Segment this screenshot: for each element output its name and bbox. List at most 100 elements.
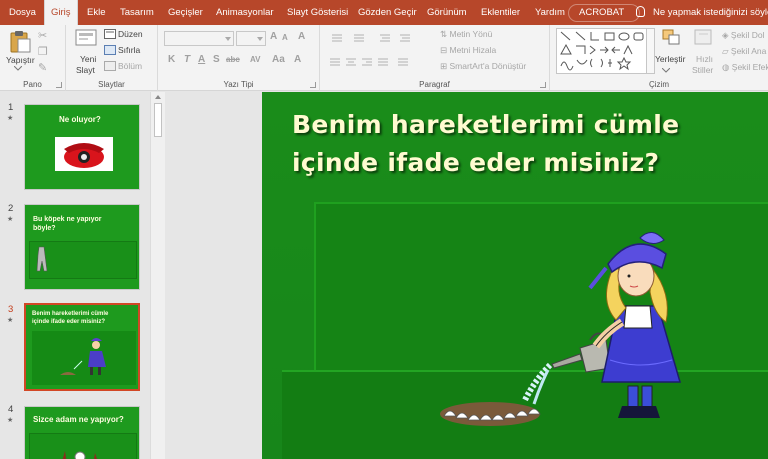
tell-me-search[interactable]: Ne yapmak istediğinizi söyley — [636, 0, 768, 25]
shape-fill-button[interactable]: ◈ Şekil Dol — [722, 30, 764, 41]
shape-outline-label: Şekil Ana — [730, 46, 767, 56]
tab-home[interactable]: Giriş — [44, 0, 78, 25]
paste-button[interactable]: Yapıştır — [6, 55, 35, 65]
chevron-down-icon — [14, 66, 22, 71]
smartart-button[interactable]: ⊞ SmartArt'a Dönüştür — [440, 61, 526, 72]
slide-title-line2: içinde ifade eder misiniz? — [292, 148, 660, 177]
paragraph-launcher-icon[interactable] — [540, 82, 546, 88]
new-slide-label-1[interactable]: Yeni — [80, 54, 96, 64]
slide-number: 3 — [8, 304, 14, 315]
quick-styles-icon — [694, 29, 712, 45]
shape-outline-icon: ▱ — [722, 46, 731, 56]
shapes-gallery[interactable] — [556, 28, 648, 74]
text-direction-button[interactable]: ⇅ Metin Yönü — [440, 29, 492, 40]
arrange-button[interactable]: Yerleştir — [655, 54, 685, 64]
slide-thumbnail-1[interactable]: Ne oluyor? — [24, 104, 140, 190]
shape-effects-icon: ◍ — [722, 62, 732, 72]
new-slide-label-2[interactable]: Slayt — [76, 65, 95, 75]
thumbnail-scrollbar[interactable] — [150, 92, 165, 459]
layout-button[interactable]: Düzen — [118, 29, 143, 39]
tab-insert[interactable]: Ekle — [87, 0, 105, 25]
tab-view[interactable]: Görünüm — [427, 0, 467, 25]
scrollbar-thumb[interactable] — [154, 103, 162, 137]
new-slide-icon — [75, 29, 97, 46]
layout-icon — [104, 29, 116, 39]
shadow-button[interactable]: S — [213, 54, 220, 65]
font-name-combo[interactable] — [164, 31, 234, 46]
shapes-gallery-scroll[interactable] — [646, 28, 655, 74]
font-group-label: Yazı Tipi — [223, 80, 254, 89]
char-spacing-button[interactable]: AV — [250, 55, 261, 64]
thumbnail-title: Ne oluyor? — [59, 115, 101, 124]
slide-thumbnail-3[interactable]: Benim hareketlerimi cümle içinde ifade e… — [24, 303, 140, 391]
shape-outline-button[interactable]: ▱ Şekil Ana — [722, 46, 766, 57]
format-painter-icon[interactable]: ✎ — [38, 61, 47, 74]
lightbulb-icon — [636, 6, 645, 17]
smartart-label: SmartArt'a Dönüştür — [449, 61, 527, 71]
tab-slide-show[interactable]: Slayt Gösterisi — [287, 0, 348, 25]
tab-addins[interactable]: Eklentiler — [481, 0, 520, 25]
underline-button[interactable]: A — [198, 54, 205, 65]
thumbnail-title-line2: böyle? — [33, 225, 56, 232]
grow-font-button[interactable]: A — [270, 31, 277, 42]
font-launcher-icon[interactable] — [310, 82, 316, 88]
tab-animations[interactable]: Animasyonlar — [216, 0, 274, 25]
slide-number: 2 — [8, 203, 14, 214]
tab-review[interactable]: Gözden Geçir — [358, 0, 417, 25]
tab-acrobat[interactable]: ACROBAT — [579, 0, 624, 25]
slide-number: 1 — [8, 102, 14, 113]
tab-transitions[interactable]: Geçişler — [168, 0, 203, 25]
tab-file[interactable]: Dosya — [9, 0, 36, 25]
paragraph-group: ⇅ Metin Yönü ⊟ Metni Hizala ⊞ SmartArt'a… — [320, 25, 550, 91]
shape-fill-label: Şekil Dol — [730, 30, 765, 40]
shape-effects-label: Şekil Efek — [731, 62, 768, 72]
clipboard-group: Yapıştır ✂ ❐ ✎ Pano — [0, 25, 66, 91]
slide-title[interactable]: Benim hareketlerimi cümle içinde ifade e… — [292, 106, 762, 182]
slides-group: Yeni Slayt Düzen Sıfırla Bölüm Slaytlar — [66, 25, 158, 91]
ribbon: Yapıştır ✂ ❐ ✎ Pano Yeni Slayt Düzen Sıf… — [0, 25, 768, 91]
shrink-font-button[interactable]: A — [282, 33, 288, 42]
copy-icon[interactable]: ❐ — [38, 45, 48, 58]
align-text-button[interactable]: ⊟ Metni Hizala — [440, 45, 496, 56]
align-text-label: Metni Hizala — [449, 45, 497, 55]
bold-button[interactable]: K — [168, 54, 175, 65]
animation-star-icon: ★ — [7, 216, 14, 223]
cut-icon[interactable]: ✂ — [38, 29, 47, 42]
change-case-button[interactable]: Aa — [272, 54, 285, 65]
slide-canvas[interactable]: Benim hareketlerimi cümle içinde ifade e… — [262, 92, 768, 459]
girl-watering-plant-image — [440, 232, 681, 426]
slide-title-line1: Benim hareketlerimi cümle — [292, 110, 680, 139]
tab-help[interactable]: Yardım — [535, 0, 565, 25]
tell-me-text: Ne yapmak istediğinizi söyley — [653, 7, 768, 18]
section-button[interactable]: Bölüm — [118, 61, 142, 71]
chevron-down-icon — [662, 68, 670, 73]
ribbon-tab-bar: Dosya Giriş Ekle Tasarım Geçişler Animas… — [0, 0, 768, 25]
shape-effects-button[interactable]: ◍ Şekil Efek — [722, 62, 768, 73]
font-group: A A A K T A S abc AV Aa A Yazı Tipi — [158, 25, 320, 91]
section-icon — [104, 61, 116, 71]
animation-star-icon: ★ — [7, 417, 14, 424]
quick-styles-label-2[interactable]: Stiller — [692, 65, 713, 75]
font-size-combo[interactable] — [236, 31, 266, 46]
slide-thumbnail-2[interactable]: Bu köpek ne yapıyor böyle? — [24, 204, 140, 290]
shape-fill-icon: ◈ — [722, 30, 731, 40]
thumbnail-title-line1: Benim hareketlerimi cümle — [32, 311, 109, 317]
paragraph-group-label: Paragraf — [419, 80, 450, 89]
thumbnail-title-line2: içinde ifade eder misiniz? — [32, 319, 106, 325]
clipboard-launcher-icon[interactable] — [56, 82, 62, 88]
paragraph-format-icons — [330, 34, 410, 66]
arrange-icon — [662, 29, 680, 45]
italic-button[interactable]: T — [184, 54, 190, 65]
font-color-button[interactable]: A — [294, 54, 301, 65]
paste-icon — [10, 31, 31, 53]
tab-design[interactable]: Tasarım — [120, 0, 154, 25]
man-image — [62, 451, 97, 459]
slide-thumbnail-4[interactable]: Sizce adam ne yapıyor? — [24, 406, 140, 459]
strikethrough-button[interactable]: abc — [226, 55, 240, 64]
scroll-up-icon[interactable] — [155, 95, 161, 99]
quick-styles-label-1[interactable]: Hızlı — [696, 54, 713, 64]
text-direction-label: Metin Yönü — [449, 29, 493, 39]
reset-button[interactable]: Sıfırla — [118, 45, 140, 55]
animation-star-icon: ★ — [7, 115, 14, 122]
clear-format-button[interactable]: A — [298, 31, 305, 42]
